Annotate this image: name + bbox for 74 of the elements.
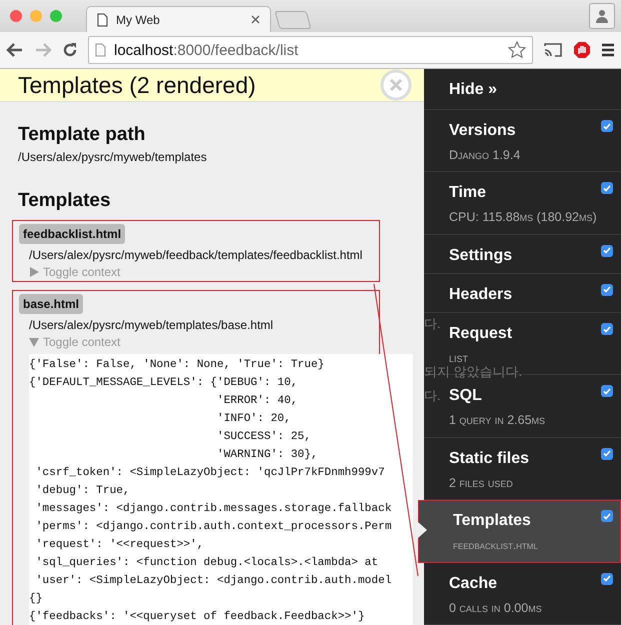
- template-name: base.html: [19, 294, 84, 314]
- sidebar-item[interactable]: Time CPU: 115.88ms (180.92ms): [424, 172, 621, 235]
- code-line: 'perms': <django.contrib.auth.context_processors.Perm: [34, 520, 393, 535]
- sidebar-item[interactable]: Settings: [424, 234, 621, 274]
- code-line: 'sql_queries': <function debug.<locals>.<lambda> at: [34, 556, 380, 571]
- address-bar[interactable]: localhost:8000/feedback/list: [88, 36, 533, 64]
- item-subtitle: 1 query in 2.65ms: [449, 413, 546, 428]
- template-path: /Users/alex/pysrc/myweb/feedback/templates/feedbacklist.html: [29, 248, 364, 262]
- code-line: 'csrf_token': <SimpleLazyObject: 'qcJlPr7kFDnmh999v7: [34, 466, 386, 481]
- down-triangle-icon: [29, 337, 39, 347]
- code-line: {'feedbacks': '<<queryset of feedback.Feedback>>'}: [29, 610, 366, 625]
- background-text: 다.: [424, 317, 441, 331]
- code-line: 'SUCCESS': 25,: [216, 430, 312, 445]
- item-subtitle: Django 1.9.4: [449, 148, 520, 163]
- profile-button[interactable]: [589, 3, 615, 29]
- checkbox[interactable]: [601, 510, 613, 522]
- checkbox[interactable]: [601, 284, 613, 296]
- checkbox[interactable]: [601, 323, 613, 336]
- url-text: localhost:8000/feedback/list: [114, 42, 300, 58]
- stop-hand-icon[interactable]: [573, 41, 591, 59]
- code-line: 'request': '<<request>>',: [34, 538, 205, 553]
- item-subtitle: feedbacklist.html: [453, 540, 538, 554]
- code-line: 'WARNING': 30},: [216, 448, 319, 463]
- code-line: 'INFO': 20,: [216, 412, 292, 427]
- code-line: 'debug': True,: [34, 484, 131, 499]
- panel-title: Templates (2 rendered): [18, 72, 256, 98]
- item-title: Headers: [449, 286, 514, 304]
- item-title: Templates: [453, 512, 532, 530]
- checkbox[interactable]: [601, 448, 613, 460]
- section-heading: Templates: [18, 190, 112, 212]
- checkbox[interactable]: [601, 244, 613, 257]
- code-line: {'False': False, 'None': None, 'True': True}: [29, 358, 326, 373]
- item-subtitle: 0 calls in 0.00ms: [449, 600, 542, 616]
- item-title: Settings: [449, 246, 514, 265]
- close-icon[interactable]: [251, 15, 260, 24]
- item-title: Static files: [449, 450, 530, 468]
- code-line: 'user': <SimpleLazyObject: <django.contrib.auth.model: [34, 574, 393, 589]
- section-heading: Template path: [18, 124, 146, 146]
- checkbox[interactable]: [601, 572, 613, 585]
- hide-link[interactable]: Hide »: [424, 69, 621, 110]
- sidebar-item[interactable]: Headers: [424, 274, 621, 314]
- menu-icon[interactable]: [601, 43, 615, 57]
- item-title: Versions: [449, 122, 517, 140]
- item-subtitle: 2 files used: [449, 476, 513, 491]
- item-subtitle: list: [449, 351, 468, 366]
- back-icon[interactable]: [6, 42, 24, 58]
- code-line: 'messages': <django.contrib.messages.storage.fallback: [34, 502, 393, 517]
- item-title: Cache: [449, 574, 498, 593]
- item-title: Time: [449, 184, 488, 202]
- sidebar-item[interactable]: Cache 0 calls in 0.00ms: [424, 562, 621, 625]
- item-title: Request: [449, 325, 514, 344]
- reload-icon[interactable]: [62, 42, 78, 58]
- cast-icon[interactable]: [543, 42, 563, 58]
- template-path: /Users/alex/pysrc/myweb/templates/base.html: [29, 318, 274, 332]
- checkbox[interactable]: [601, 182, 613, 194]
- sidebar-item[interactable]: Templates feedbacklist.html: [418, 500, 621, 563]
- code-line: 'ERROR': 40,: [216, 394, 299, 409]
- checkbox[interactable]: [601, 120, 613, 132]
- code-line: {'DEFAULT_MESSAGE_LEVELS': {'DEBUG': 10,: [29, 376, 299, 391]
- star-icon[interactable]: [508, 41, 526, 59]
- code-line: {}: [29, 592, 44, 607]
- right-triangle-icon: [29, 267, 39, 277]
- browser-tab[interactable]: My Web: [86, 6, 271, 32]
- template-name: feedbacklist.html: [19, 224, 126, 244]
- tab-title: My Web: [116, 12, 161, 26]
- page-icon: [95, 43, 106, 57]
- item-subtitle: CPU: 115.88ms (180.92ms): [449, 210, 597, 226]
- item-title: SQL: [449, 387, 483, 406]
- template-path: /Users/alex/pysrc/myweb/templates: [18, 150, 208, 164]
- sidebar-item[interactable]: Versions Django 1.9.4: [424, 110, 621, 172]
- page-icon: [97, 12, 108, 26]
- checkbox[interactable]: [601, 385, 613, 398]
- background-text: 다.: [424, 389, 441, 403]
- person-icon: [595, 9, 609, 23]
